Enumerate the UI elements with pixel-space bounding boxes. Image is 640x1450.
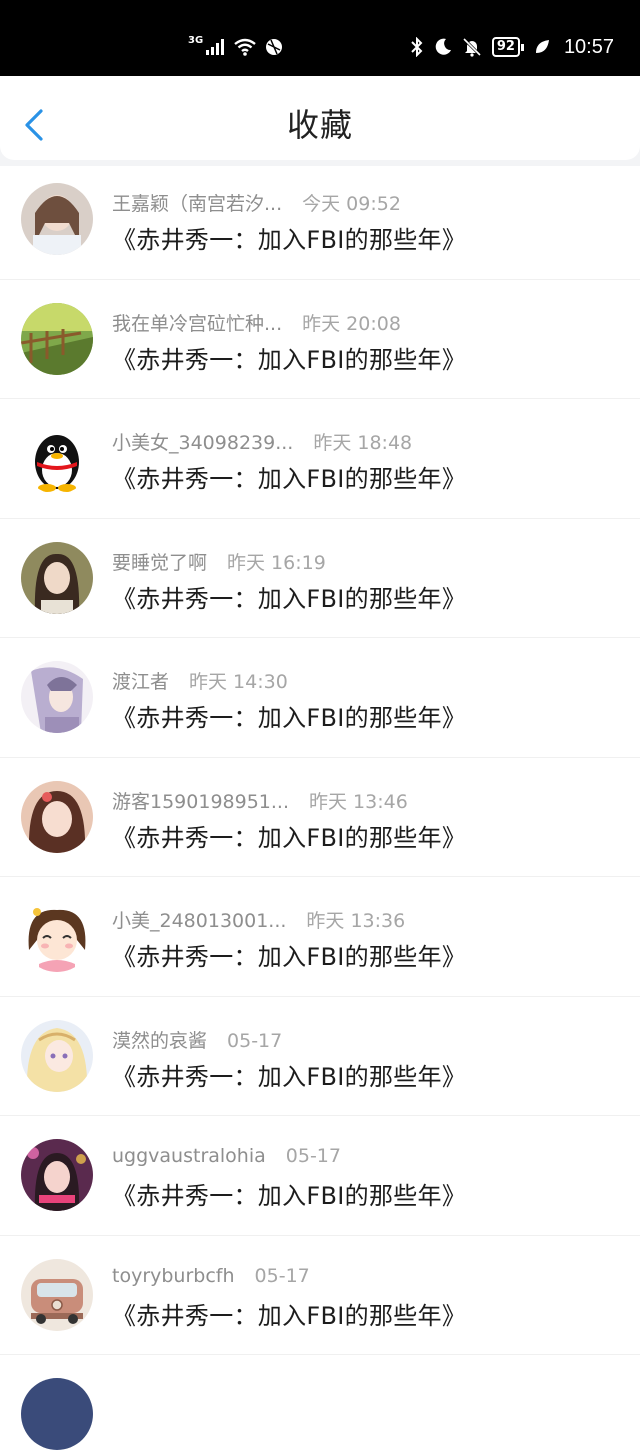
timestamp: 昨天 13:36 (306, 910, 406, 932)
book-title: 《赤井秀一：加入FBI的那些年》 (112, 1182, 467, 1210)
item-meta: 小美女_34098239... 昨天 18:48 (112, 428, 412, 455)
avatar[interactable] (21, 780, 93, 853)
network-type: 3G (188, 34, 204, 46)
avatar[interactable] (21, 302, 93, 375)
user-name: 小美_248013001... (112, 910, 287, 932)
avatar[interactable] (21, 1258, 93, 1331)
wifi-icon (234, 38, 256, 56)
bluetooth-icon (411, 37, 423, 57)
user-name: 要睡觉了啊 (112, 551, 208, 574)
network-indicators: 3G (188, 33, 283, 61)
signal-icon (206, 39, 225, 55)
list-item[interactable]: uggvaustralohia 05-17 《赤井秀一：加入FBI的那些年》 (0, 1116, 640, 1236)
avatar[interactable] (21, 1019, 93, 1092)
item-meta: toyryburbcfh 05-17 (112, 1265, 310, 1287)
item-meta: 我在单冷宫砬忙种... 昨天 20:08 (112, 309, 401, 336)
avatar[interactable] (21, 422, 93, 494)
mute-bell-icon (462, 37, 481, 57)
list-item[interactable]: 我在单冷宫砬忙种... 昨天 20:08 《赤井秀一：加入FBI的那些年》 (0, 280, 640, 399)
avatar[interactable] (21, 541, 93, 614)
user-name: 小美女_34098239... (112, 432, 294, 454)
user-name: 游客1590198951... (112, 790, 290, 813)
user-name: uggvaustralohia (112, 1145, 266, 1167)
book-title: 《赤井秀一：加入FBI的那些年》 (112, 943, 467, 971)
page-title: 收藏 (286, 106, 353, 144)
favorites-list: 王嘉颖（南宫若汐... 今天 09:52 《赤井秀一：加入FBI的那些年》 我在单… (0, 160, 640, 1355)
user-name: 我在单冷宫砬忙种... (112, 312, 283, 335)
item-meta: 漠然的哀酱 05-17 (112, 1026, 282, 1053)
status-bar: 3G 92 10:57 (0, 0, 640, 76)
list-item[interactable]: 漠然的哀酱 05-17 《赤井秀一：加入FBI的那些年》 (0, 997, 640, 1116)
timestamp: 昨天 13:46 (309, 790, 408, 813)
divider (0, 1354, 640, 1355)
timestamp: 昨天 18:48 (313, 432, 413, 454)
book-title: 《赤井秀一：加入FBI的那些年》 (112, 1062, 467, 1091)
item-meta: 渡江者 昨天 14:30 (112, 667, 288, 694)
timestamp: 05-17 (285, 1145, 341, 1167)
avatar[interactable] (21, 661, 93, 733)
globe-icon (266, 39, 283, 55)
item-meta: 游客1590198951... 昨天 13:46 (112, 787, 408, 814)
user-name: 渡江者 (112, 671, 170, 693)
book-title: 《赤井秀一：加入FBI的那些年》 (112, 704, 467, 732)
item-meta: uggvaustralohia 05-17 (112, 1145, 341, 1167)
item-meta: 要睡觉了啊 昨天 16:19 (112, 548, 326, 575)
book-title: 《赤井秀一：加入FBI的那些年》 (112, 345, 467, 374)
avatar[interactable] (21, 183, 93, 255)
user-name: 王嘉颖（南宫若汐... (112, 193, 283, 215)
timestamp: 05-17 (227, 1029, 283, 1052)
timestamp: 昨天 20:08 (302, 312, 401, 335)
list-item[interactable]: toyryburbcfh 05-17 《赤井秀一：加入FBI的那些年》 (0, 1236, 640, 1355)
list-item[interactable]: 王嘉颖（南宫若汐... 今天 09:52 《赤井秀一：加入FBI的那些年》 (0, 160, 640, 280)
avatar[interactable] (21, 900, 93, 972)
timestamp: 昨天 16:19 (227, 551, 326, 574)
book-title: 《赤井秀一：加入FBI的那些年》 (112, 823, 467, 852)
timestamp: 昨天 14:30 (189, 671, 288, 693)
timestamp: 05-17 (254, 1264, 310, 1287)
moon-icon (435, 38, 451, 55)
book-title: 《赤井秀一：加入FBI的那些年》 (112, 1301, 467, 1330)
leaf-icon (535, 40, 549, 53)
avatar[interactable] (21, 1378, 93, 1450)
battery-level: 92 (491, 37, 525, 57)
item-meta: 王嘉颖（南宫若汐... 今天 09:52 (112, 189, 401, 216)
list-item[interactable]: 游客1590198951... 昨天 13:46 《赤井秀一：加入FBI的那些年》 (0, 758, 640, 877)
book-title: 《赤井秀一：加入FBI的那些年》 (112, 226, 467, 254)
list-item[interactable]: 小美女_34098239... 昨天 18:48 《赤井秀一：加入FBI的那些年》 (0, 399, 640, 519)
avatar[interactable] (21, 1139, 93, 1211)
book-title: 《赤井秀一：加入FBI的那些年》 (112, 465, 467, 493)
timestamp: 今天 09:52 (302, 193, 401, 215)
list-item[interactable]: 渡江者 昨天 14:30 《赤井秀一：加入FBI的那些年》 (0, 638, 640, 758)
list-item[interactable]: 要睡觉了啊 昨天 16:19 《赤井秀一：加入FBI的那些年》 (0, 519, 640, 638)
list-item[interactable]: 小美_248013001... 昨天 13:36 《赤井秀一：加入FBI的那些年》 (0, 877, 640, 997)
clock: 10:57 (563, 35, 614, 58)
user-name: toyryburbcfh (112, 1264, 235, 1287)
book-title: 《赤井秀一：加入FBI的那些年》 (112, 584, 467, 613)
top-bar: 收藏 (0, 76, 640, 160)
status-right: 92 10:57 (410, 33, 614, 61)
item-meta: 小美_248013001... 昨天 13:36 (112, 906, 405, 933)
user-name: 漠然的哀酱 (112, 1029, 208, 1052)
